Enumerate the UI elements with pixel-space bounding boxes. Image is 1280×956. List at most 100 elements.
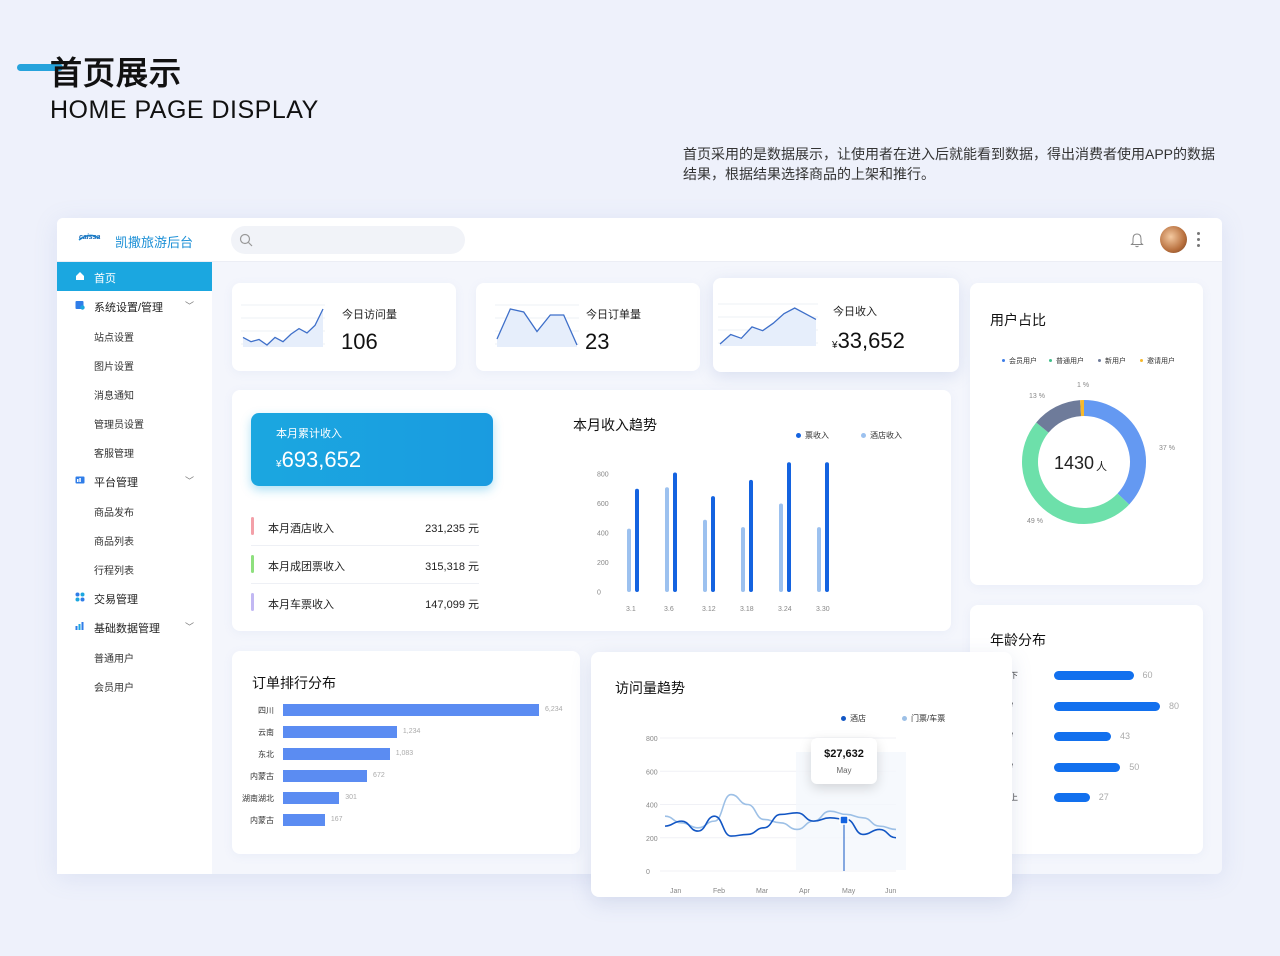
- sidebar-item-label: 首页: [94, 273, 116, 285]
- more-icon[interactable]: [1197, 232, 1200, 250]
- legend-item: 酒店收入: [861, 430, 902, 441]
- ranking-label: 东北: [258, 750, 274, 759]
- monthly-income-card: 本月累计收入 ¥693,652 本月酒店收入 231,235 元 本月成团票收入…: [232, 390, 951, 631]
- x-tick-label: Feb: [713, 888, 725, 895]
- legend-dot: [1002, 359, 1005, 363]
- chevron-down-icon: ﹀: [185, 301, 195, 311]
- sidebar-item-label: 平台管理: [94, 477, 138, 489]
- sidebar-item-basic-data[interactable]: 基础数据管理 ﹀: [57, 612, 212, 641]
- data-icon: [75, 622, 84, 630]
- ranking-value: 167: [330, 816, 343, 823]
- sidebar-item-system-settings[interactable]: 系统设置/管理 ﹀: [57, 291, 212, 320]
- ranking-bar: [283, 726, 397, 738]
- avatar[interactable]: [1160, 226, 1187, 253]
- x-tick-label: 3.1: [626, 606, 636, 613]
- ranking-label: 云南: [258, 728, 274, 737]
- donut-center-unit: 人: [1096, 460, 1107, 473]
- chevron-down-icon: ﹀: [185, 622, 195, 632]
- ranking-bar: [283, 792, 340, 804]
- search-input[interactable]: [231, 226, 465, 254]
- legend-dot: [1049, 359, 1052, 363]
- page-description: 首页采用的是数据展示，让使用者在进入后就能看到数据，得出消费者使用APP的数据结…: [683, 146, 1216, 182]
- active-point: [839, 815, 849, 825]
- sidebar-subitem[interactable]: 商品发布: [94, 504, 134, 519]
- sidebar-item-home[interactable]: 首页: [57, 262, 212, 291]
- age-distribution-title: 年龄分布: [990, 632, 1046, 648]
- settings-icon: [75, 301, 85, 310]
- sidebar-subitem[interactable]: 行程列表: [94, 562, 134, 577]
- y-tick-label: 400: [646, 803, 658, 810]
- x-tick-label: 3.18: [740, 606, 754, 613]
- top-bar: caissa 凯撒旅游后台: [57, 218, 1222, 262]
- user-share-title: 用户占比: [990, 312, 1046, 328]
- tooltip-value: $27,632: [824, 748, 864, 760]
- income-row-value: 315,318 元: [425, 561, 479, 573]
- visit-trend-chart: 0 200 400 600 800 Jan Feb Mar Apr May Jun: [646, 736, 906, 895]
- order-ranking-title: 订单排行分布: [252, 675, 336, 691]
- dashboard-window: caissa 凯撒旅游后台 首页 系统设置/管理 ﹀ 站点设置 图片设置 消息通…: [57, 218, 1222, 897]
- sidebar-item-label: 系统设置/管理: [94, 302, 164, 314]
- page-title: 首页展示: [50, 55, 183, 91]
- slice-label: 13 %: [1029, 393, 1045, 400]
- total-income-value: ¥693,652: [276, 447, 361, 473]
- kpi-card-orders: 今日订单量 23: [476, 283, 700, 371]
- user-share-donut: 37 % 49 % 13 % 1 % 1430 人: [1022, 382, 1175, 525]
- sidebar-subitem[interactable]: 消息通知: [94, 387, 134, 402]
- x-tick-label: May: [842, 888, 856, 895]
- sparkline-income: [718, 303, 818, 346]
- bar-hotel-income: [627, 528, 631, 592]
- bar-ticket-income: [749, 479, 753, 592]
- search-icon: [239, 233, 253, 247]
- bell-icon[interactable]: [1130, 232, 1144, 248]
- income-trend-chart: 0 200 400 600 800 3.1 3.6 3.12 3.18 3.24 3.30: [597, 462, 830, 613]
- ranking-label: 内蒙古: [250, 816, 274, 825]
- ranking-label: 四川: [258, 706, 274, 715]
- app-name: 凯撒旅游后台: [115, 235, 194, 250]
- tooltip-label: May: [836, 766, 852, 775]
- sidebar-subitem[interactable]: 站点设置: [94, 329, 134, 344]
- sidebar-item-label: 交易管理: [94, 594, 138, 606]
- age-value: 80: [1169, 700, 1180, 711]
- ranking-value: 672: [373, 772, 385, 779]
- kpi-label: 今日订单量: [586, 309, 641, 321]
- age-bar: [1054, 793, 1090, 802]
- x-tick-label: Jan: [670, 888, 681, 895]
- bar-hotel-income: [741, 527, 745, 592]
- kpi-label: 今日收入: [833, 306, 877, 318]
- total-income-label: 本月累计收入: [276, 428, 342, 440]
- income-row-value: 147,099 元: [425, 599, 479, 611]
- sidebar-subitem[interactable]: 客服管理: [94, 445, 134, 460]
- slice-label: 37 %: [1159, 445, 1175, 452]
- page-subtitle: HOME PAGE DISPLAY: [50, 96, 319, 124]
- sidebar-item-platform[interactable]: 平台管理 ﹀: [57, 466, 212, 495]
- kpi-value-number: 33,652: [837, 328, 905, 353]
- income-color-bar: [251, 517, 254, 535]
- kpi-card-income: 今日收入 ¥33,652: [713, 278, 959, 372]
- income-row: 本月成团票收入 315,318 元: [251, 547, 479, 584]
- sidebar-subitem[interactable]: 会员用户: [94, 679, 134, 694]
- legend-item: 会员用户: [1002, 356, 1037, 366]
- ranking-bar: [283, 814, 325, 826]
- ranking-value: 6,234: [545, 706, 563, 713]
- sidebar-subitem[interactable]: 图片设置: [94, 358, 134, 373]
- slice-label: 49 %: [1027, 518, 1043, 525]
- x-tick-label: 3.12: [702, 606, 716, 613]
- ranking-bar: [283, 704, 539, 716]
- legend-label: 酒店收入: [870, 431, 902, 440]
- sidebar-subitem[interactable]: 普通用户: [94, 650, 134, 665]
- y-tick-label: 200: [646, 836, 658, 843]
- bar-ticket-income: [635, 488, 639, 592]
- ranking-value: 1,083: [395, 750, 414, 757]
- legend-dot: [1098, 359, 1101, 363]
- sidebar-subitem[interactable]: 商品列表: [94, 533, 134, 548]
- x-tick-label: 3.30: [816, 606, 830, 613]
- y-tick-label: 200: [597, 560, 609, 567]
- sidebar-subitem[interactable]: 管理员设置: [94, 416, 144, 431]
- legend-item: 普通用户: [1049, 356, 1084, 366]
- spark-area: [497, 309, 577, 347]
- sidebar-item-trade[interactable]: 交易管理: [57, 583, 212, 612]
- bar-hotel-income: [703, 519, 707, 592]
- age-bar: [1054, 701, 1160, 711]
- income-row-label: 本月车票收入: [268, 599, 334, 611]
- legend-item: 新用户: [1098, 356, 1126, 366]
